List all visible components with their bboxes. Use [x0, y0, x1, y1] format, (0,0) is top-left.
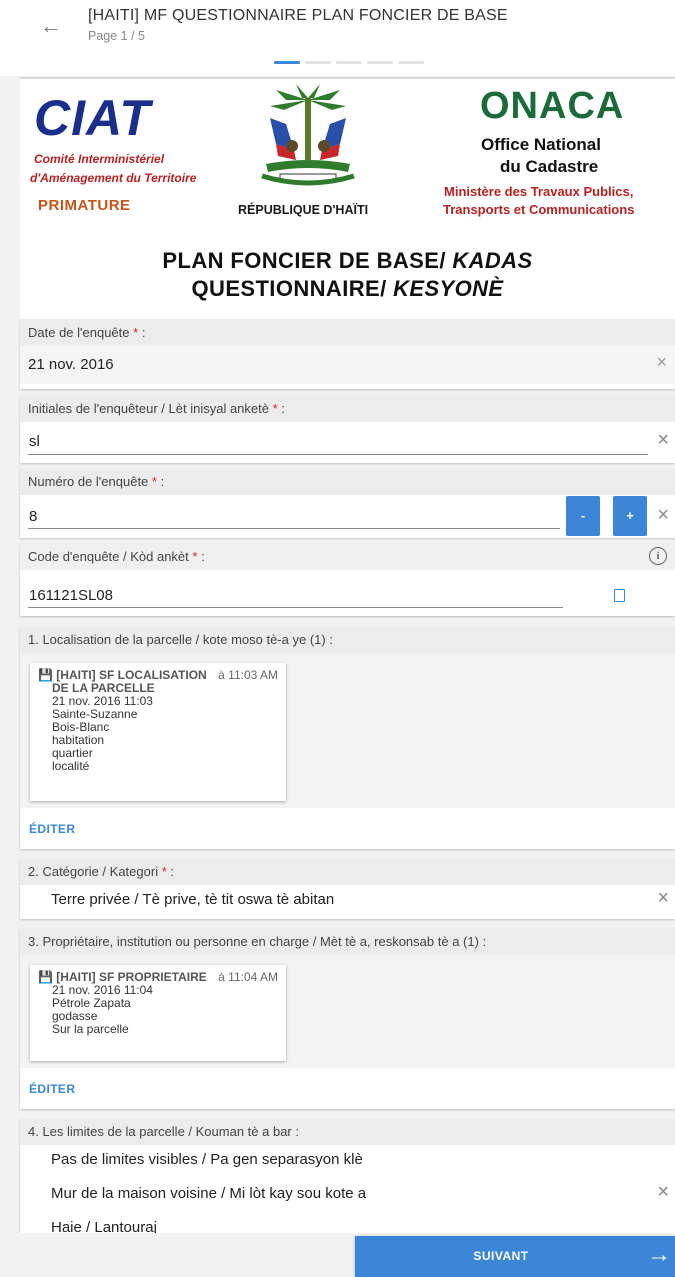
- number-label: Numéro de l'enquête * :: [20, 469, 675, 495]
- initials-input[interactable]: sl: [29, 433, 40, 450]
- page-dot-5: [398, 61, 424, 64]
- info-icon[interactable]: i: [649, 547, 667, 565]
- decrement-button[interactable]: -: [566, 496, 600, 536]
- page-dot-3: [336, 61, 362, 64]
- next-button[interactable]: SUIVANT →: [355, 1236, 675, 1277]
- code-field-card: Code d'enquête / Kòd ankèt * : i 161121S…: [20, 544, 675, 616]
- edit-owner-button[interactable]: ÉDITER: [29, 1082, 75, 1096]
- ministere-line-1: Ministère des Travaux Publics,: [444, 184, 634, 199]
- app-header: ← [HAITI] MF QUESTIONNAIRE PLAN FONCIER …: [0, 0, 675, 58]
- clear-initials-icon[interactable]: ×: [657, 429, 669, 452]
- onaca-logo: ONACA: [480, 85, 625, 127]
- category-label: 2. Catégorie / Kategori * :: [20, 859, 675, 885]
- calculator-icon[interactable]: [614, 589, 625, 602]
- location-label: 1. Localisation de la parcelle / kote mo…: [20, 627, 675, 653]
- owner-label: 3. Propriétaire, institution ou personne…: [20, 929, 675, 955]
- location-record[interactable]: 💾 [HAITI] SF LOCALISATION à 11:03 AM DE …: [30, 663, 286, 801]
- date-label: Date de l'enquête * :: [20, 320, 675, 346]
- limits-field-card: 4. Les limites de la parcelle / Kouman t…: [20, 1119, 675, 1236]
- initials-label: Initiales de l'enquêteur / Lèt inisyal a…: [20, 396, 675, 422]
- clear-number-icon[interactable]: ×: [657, 504, 669, 527]
- owner-record[interactable]: 💾 [HAITI] SF PROPRIETAIRE à 11:04 AM 21 …: [30, 965, 286, 1061]
- page-progress-dots: [274, 61, 424, 64]
- ministere-line-2: Transports et Communications: [443, 202, 635, 217]
- file-icon: 💾: [38, 668, 53, 682]
- ciat-subtitle-2: d'Aménagement du Territoire: [30, 171, 197, 185]
- page-indicator: Page 1 / 5: [88, 29, 145, 43]
- plan-title-line-2: QUESTIONNAIRE/ KESYONÈ: [191, 276, 504, 301]
- date-input[interactable]: 21 nov. 2016 ×: [20, 346, 675, 384]
- file-icon: 💾: [38, 970, 53, 984]
- clear-limits-icon[interactable]: ×: [657, 1181, 669, 1204]
- onaca-subtitle-1: Office National: [481, 135, 601, 154]
- republique-label: RÉPUBLIQUE D'HAÏTI: [238, 203, 369, 217]
- clear-date-icon[interactable]: ×: [656, 352, 667, 373]
- edit-location-button[interactable]: ÉDITER: [29, 822, 75, 836]
- location-subform-card: 1. Localisation de la parcelle / kote mo…: [20, 627, 675, 849]
- page-dot-4: [367, 61, 393, 64]
- clear-category-icon[interactable]: ×: [657, 887, 669, 910]
- code-label: Code d'enquête / Kòd ankèt * :: [20, 544, 675, 570]
- increment-button[interactable]: +: [613, 496, 647, 536]
- form-title: [HAITI] MF QUESTIONNAIRE PLAN FONCIER DE…: [88, 7, 508, 24]
- date-field-card: Date de l'enquête * : 21 nov. 2016 ×: [20, 320, 675, 389]
- page-dot-1: [274, 61, 300, 64]
- onaca-subtitle-2: du Cadastre: [500, 157, 599, 176]
- arrow-right-icon: →: [647, 1241, 671, 1268]
- code-input[interactable]: 161121SL08: [29, 587, 113, 604]
- primature-label: PRIMATURE: [38, 197, 131, 214]
- back-arrow-icon[interactable]: ←: [40, 13, 62, 39]
- page-dot-2: [305, 61, 331, 64]
- owner-subform-card: 3. Propriétaire, institution ou personne…: [20, 929, 675, 1109]
- plan-title-line-1: PLAN FONCIER DE BASE/ KADAS: [162, 248, 533, 273]
- haiti-coat-of-arms-icon: [261, 84, 355, 186]
- ciat-subtitle-1: Comité Interministériel: [34, 152, 165, 166]
- limits-option[interactable]: Pas de limites visibles / Pa gen separas…: [51, 1151, 363, 1168]
- ciat-logo: CIAT: [34, 90, 151, 146]
- initials-field-card: Initiales de l'enquêteur / Lèt inisyal a…: [20, 396, 675, 463]
- number-field-card: Numéro de l'enquête * : 8 - + ×: [20, 469, 675, 538]
- category-field-card: 2. Catégorie / Kategori * : Terre privée…: [20, 859, 675, 919]
- limits-option[interactable]: Mur de la maison voisine / Mi lòt kay so…: [51, 1185, 366, 1202]
- logo-banner: CIAT Comité Interministériel d'Aménageme…: [20, 77, 675, 319]
- limits-label: 4. Les limites de la parcelle / Kouman t…: [20, 1119, 675, 1145]
- category-value[interactable]: Terre privée / Tè prive, tè tit oswa tè …: [51, 891, 334, 908]
- number-input[interactable]: 8: [29, 508, 37, 525]
